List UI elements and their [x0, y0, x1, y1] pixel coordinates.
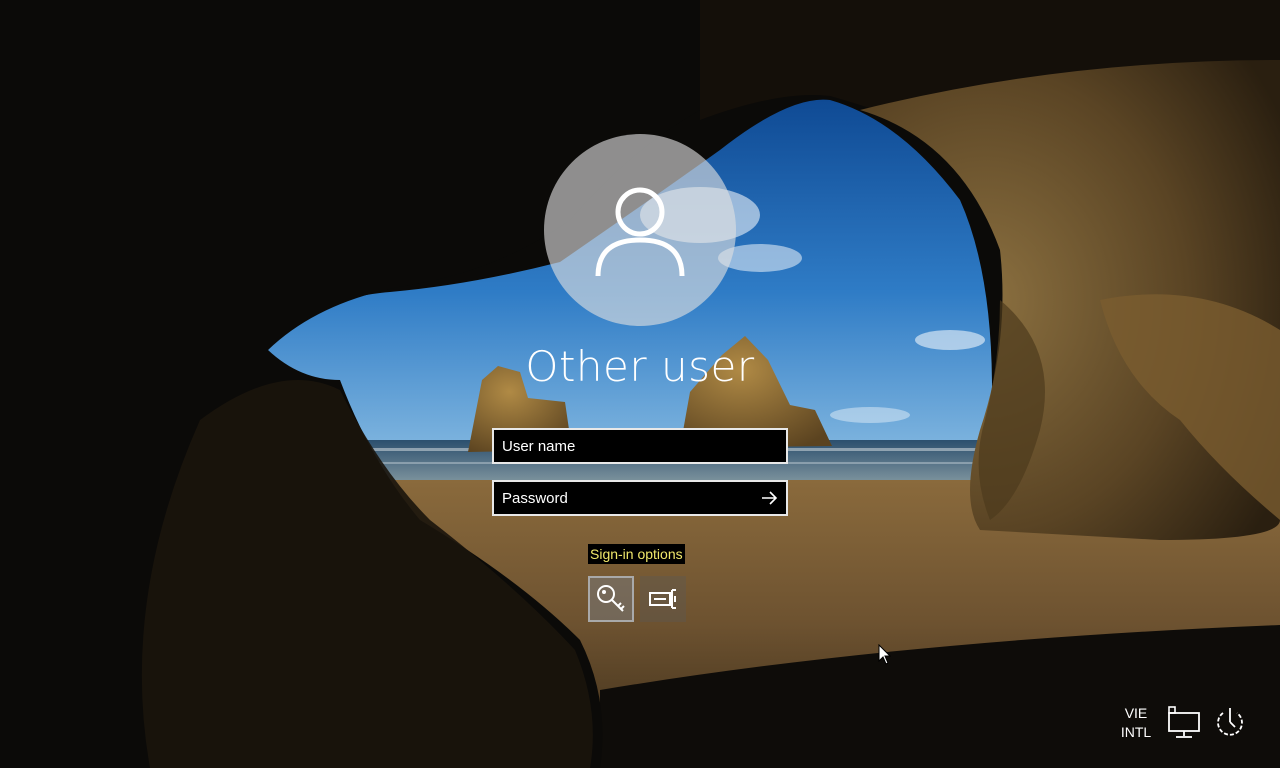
power-button[interactable] [1212, 704, 1248, 740]
power-icon [1217, 708, 1243, 736]
smart-card-icon [649, 589, 676, 609]
username-input[interactable] [494, 430, 786, 462]
password-key-option[interactable] [588, 576, 634, 622]
username-field[interactable] [492, 428, 788, 464]
key-icon [597, 585, 625, 612]
arrow-right-icon [762, 491, 778, 505]
user-avatar [544, 134, 736, 326]
password-field[interactable] [492, 480, 788, 516]
network-button[interactable] [1166, 704, 1202, 740]
language-indicator[interactable]: VIE INTL [1114, 704, 1158, 742]
smart-card-option[interactable] [640, 576, 686, 622]
network-icon [1168, 706, 1200, 738]
language-code: VIE [1124, 705, 1148, 721]
password-input[interactable] [494, 482, 752, 514]
user-icon [595, 187, 685, 277]
keyboard-layout: INTL [1120, 724, 1152, 740]
mouse-pointer-icon [878, 644, 892, 665]
submit-button[interactable] [752, 482, 786, 514]
signin-options-link[interactable]: Sign-in options [588, 544, 685, 564]
user-display-name: Other user [525, 342, 755, 391]
